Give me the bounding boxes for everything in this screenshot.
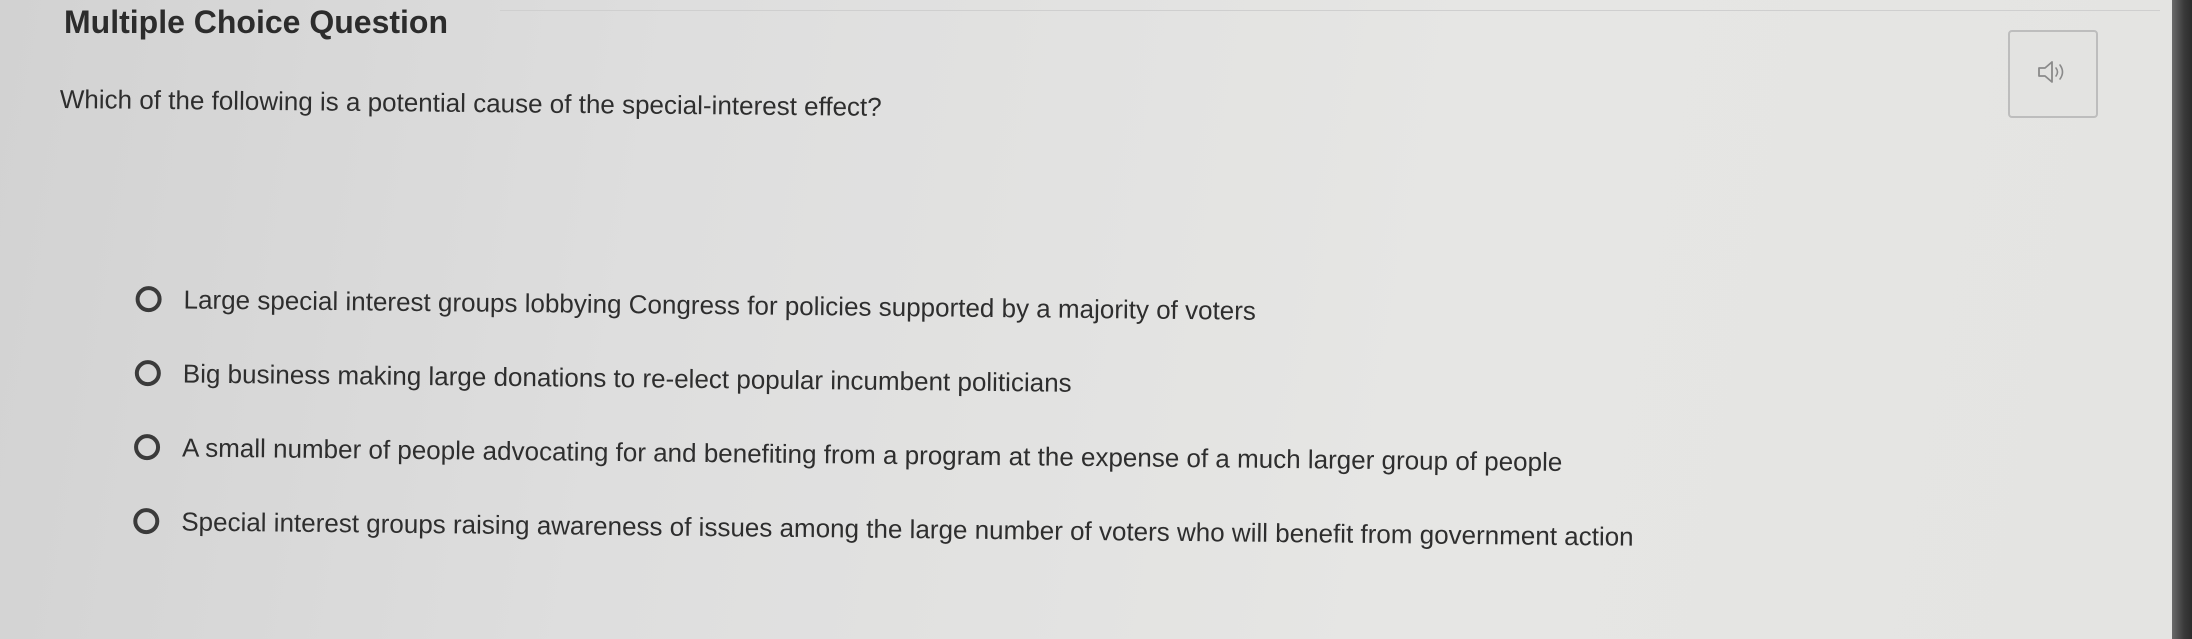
option-label: A small number of people advocating for … xyxy=(181,431,1563,477)
radio-button[interactable] xyxy=(135,285,162,313)
option-label: Big business making large donations to r… xyxy=(182,357,1072,398)
radio-button[interactable] xyxy=(134,359,161,387)
option-label: Large special interest groups lobbying C… xyxy=(183,284,1257,326)
option-label: Special interest groups raising awarenes… xyxy=(181,505,1634,552)
divider xyxy=(500,10,2160,11)
radio-button[interactable] xyxy=(133,507,160,535)
answer-option-4[interactable]: Special interest groups raising awarenes… xyxy=(133,484,1634,574)
read-aloud-button[interactable] xyxy=(2008,30,2098,118)
answer-options: Large special interest groups lobbying C… xyxy=(133,262,1636,574)
window-edge xyxy=(2172,0,2192,639)
speaker-icon xyxy=(2036,58,2070,91)
question-panel: Multiple Choice Question Which of the fo… xyxy=(0,0,2172,639)
question-prompt: Which of the following is a potential ca… xyxy=(59,84,882,122)
question-type-title: Multiple Choice Question xyxy=(64,4,449,40)
radio-button[interactable] xyxy=(133,433,161,461)
